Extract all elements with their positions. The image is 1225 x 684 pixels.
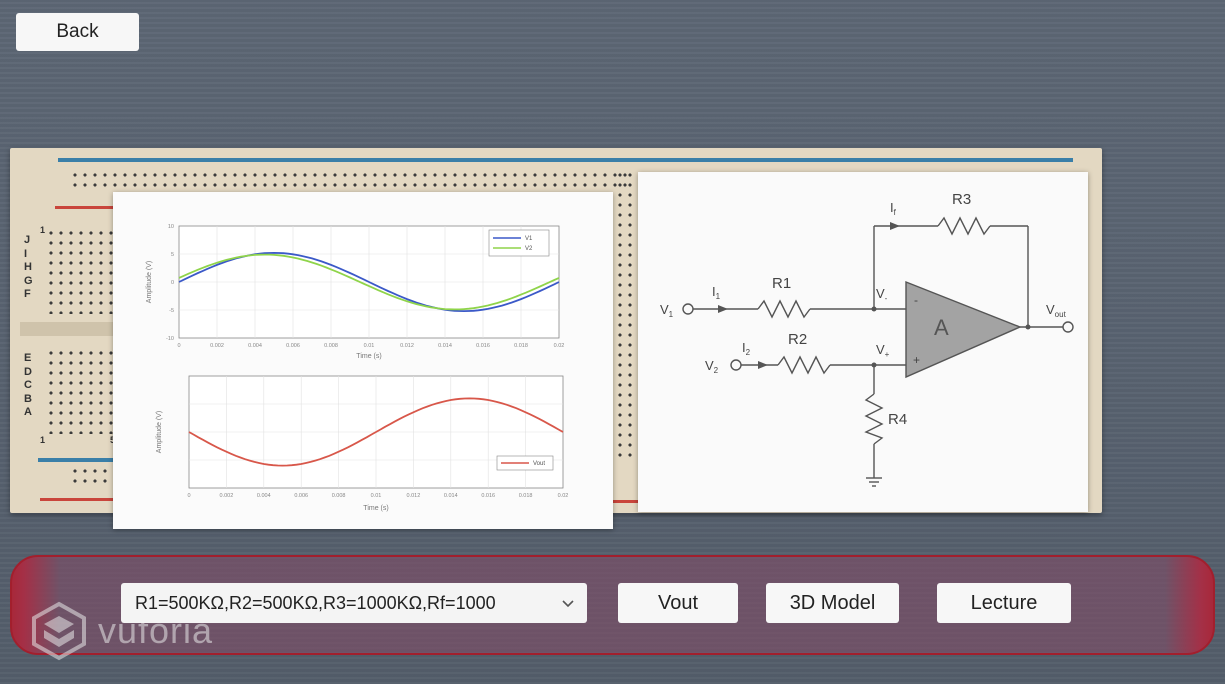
chart-bottom-xtick-label: 0.008 bbox=[332, 493, 346, 499]
rail-holes-top bbox=[70, 170, 630, 190]
r1-resistor bbox=[757, 299, 811, 319]
chart-top-xtick-label: 0 bbox=[177, 343, 180, 349]
r3-label: R3 bbox=[952, 191, 971, 208]
v2-label: V2 bbox=[705, 358, 719, 375]
r1-label: R1 bbox=[772, 275, 791, 292]
chart-top-yticks: 10 5 0 -5 -10 bbox=[166, 224, 174, 342]
junction-vout bbox=[1025, 324, 1031, 330]
resistor-config-dropdown[interactable]: R1=500KΩ,R2=500KΩ,R3=1000KΩ,Rf=1000 bbox=[121, 583, 587, 623]
i1-label: I1 bbox=[712, 284, 721, 301]
legend-v1-label: V1 bbox=[525, 236, 533, 242]
power-rail-blue-top bbox=[58, 158, 1073, 162]
chart-top-xlabel: Time (s) bbox=[356, 353, 381, 360]
chart-top-xtick-label: 0.018 bbox=[514, 343, 528, 349]
chart-top-xtick-label: 0.014 bbox=[438, 343, 452, 349]
i2-arrow bbox=[758, 361, 768, 369]
resistor-config-selected-value: R1=500KΩ,R2=500KΩ,R3=1000KΩ,Rf=1000 bbox=[135, 592, 496, 613]
circuit-sheet: V1 I1 R1 V- If R3 V2 I2 R2 V+ R4 - + A V… bbox=[638, 172, 1088, 512]
chevron-down-icon bbox=[562, 600, 574, 608]
legend-v2-label: V2 bbox=[525, 246, 533, 252]
if-label: If bbox=[890, 200, 897, 217]
junction-vplus bbox=[871, 362, 877, 368]
col-label-1: 1 bbox=[40, 225, 46, 235]
chart-bottom-xtick-label: 0.002 bbox=[220, 493, 234, 499]
r4-resistor bbox=[864, 393, 884, 445]
chart-top: 0 0.002 0.004 0.006 0.008 0.01 0.012 0.014 0.016… bbox=[146, 224, 564, 360]
chart-top-xticks: 0 0.002 0.004 0.006 0.008 0.01 0.012 0.014 0.016… bbox=[177, 343, 564, 349]
r2-label: R2 bbox=[788, 331, 807, 348]
chart-top-xtick-label: 0.016 bbox=[476, 343, 490, 349]
chart-bottom-xtick-label: 0.018 bbox=[519, 493, 533, 499]
chart-bottom: 0 0.002 0.004 0.006 0.008 0.01 0.012 0.014 0.016… bbox=[156, 375, 568, 512]
chart-top-legend: V1 V2 bbox=[488, 229, 550, 257]
vout-label: Vout bbox=[1046, 302, 1067, 319]
v1-terminal bbox=[682, 303, 694, 315]
chart-top-legend-box bbox=[488, 229, 550, 257]
v1-label: V1 bbox=[660, 302, 674, 319]
row-labels-bottom: E D C B A bbox=[24, 352, 32, 418]
chart-top-xtick-label: 0.01 bbox=[364, 343, 375, 349]
vout-terminal bbox=[1062, 321, 1074, 333]
opamp-minus-label: - bbox=[914, 293, 918, 307]
back-button[interactable]: Back bbox=[16, 13, 139, 51]
chart-bottom-legend: Vout bbox=[496, 455, 554, 471]
chart-top-xtick-label: 0.004 bbox=[248, 343, 262, 349]
chart-top-ytick-label: -5 bbox=[169, 308, 174, 314]
vplus-label: V+ bbox=[876, 342, 890, 359]
chart-top-xtick-label: 0.02 bbox=[554, 343, 565, 349]
vminus-label: V- bbox=[876, 286, 888, 303]
3d-model-button[interactable]: 3D Model bbox=[766, 583, 899, 623]
chart-top-ytick-label: 5 bbox=[171, 252, 174, 258]
chart-bottom-xtick-label: 0.006 bbox=[294, 493, 308, 499]
circuit-diagram: V1 I1 R1 V- If R3 V2 I2 R2 V+ R4 - + A V… bbox=[660, 191, 1074, 487]
vout-button[interactable]: Vout bbox=[618, 583, 738, 623]
i2-label: I2 bbox=[742, 340, 751, 357]
opamp-triangle bbox=[905, 280, 1022, 379]
holes-bottom-block bbox=[46, 348, 116, 434]
chart-top-xtick-label: 0.008 bbox=[324, 343, 338, 349]
chart-bottom-xtick-label: 0.004 bbox=[257, 493, 271, 499]
lecture-button[interactable]: Lecture bbox=[937, 583, 1071, 623]
row-labels-top: J I H G F bbox=[24, 234, 33, 300]
r3-resistor bbox=[937, 216, 991, 236]
chart-top-ylabel: Amplitude (V) bbox=[146, 261, 153, 303]
chart-bottom-ylabel: Amplitude (V) bbox=[156, 411, 163, 453]
junction-vminus bbox=[871, 306, 877, 312]
chart-top-xtick-label: 0.012 bbox=[400, 343, 414, 349]
chart-top-xtick-label: 0.002 bbox=[210, 343, 224, 349]
r2-resistor bbox=[777, 355, 831, 375]
chart-bottom-xtick-label: 0.01 bbox=[371, 493, 382, 499]
holes-top-block bbox=[46, 228, 116, 314]
i1-arrow bbox=[718, 305, 728, 313]
chart-top-xtick-label: 0.006 bbox=[286, 343, 300, 349]
chart-bottom-xtick-label: 0.02 bbox=[558, 493, 569, 499]
charts-svg: 0 0.002 0.004 0.006 0.008 0.01 0.012 0.014 0.016… bbox=[146, 224, 568, 512]
chart-sheet: 0 0.002 0.004 0.006 0.008 0.01 0.012 0.014 0.016… bbox=[113, 192, 613, 529]
chart-bottom-xlabel: Time (s) bbox=[363, 505, 388, 512]
r4-label: R4 bbox=[888, 411, 907, 428]
legend-vout-label: Vout bbox=[533, 461, 545, 467]
chart-top-ytick-label: 0 bbox=[171, 280, 174, 286]
opamp-label: A bbox=[934, 315, 949, 340]
chart-top-ytick-label: -10 bbox=[166, 336, 174, 342]
chart-top-ytick-label: 10 bbox=[168, 224, 174, 230]
center-channel bbox=[20, 322, 120, 336]
chart-bottom-xticks: 0 0.002 0.004 0.006 0.008 0.01 0.012 0.014 0.016… bbox=[187, 493, 568, 499]
chart-bottom-xtick-label: 0.014 bbox=[444, 493, 458, 499]
chart-bottom-xtick-label: 0.016 bbox=[481, 493, 495, 499]
v2-terminal bbox=[730, 359, 742, 371]
chart-bottom-xtick-label: 0 bbox=[187, 493, 190, 499]
if-arrow bbox=[890, 222, 900, 230]
opamp-plus-label: + bbox=[913, 353, 920, 367]
chart-bottom-xtick-label: 0.012 bbox=[407, 493, 421, 499]
vuforia-logo-icon bbox=[32, 601, 86, 661]
col-label-1-bottom: 1 bbox=[40, 435, 46, 445]
